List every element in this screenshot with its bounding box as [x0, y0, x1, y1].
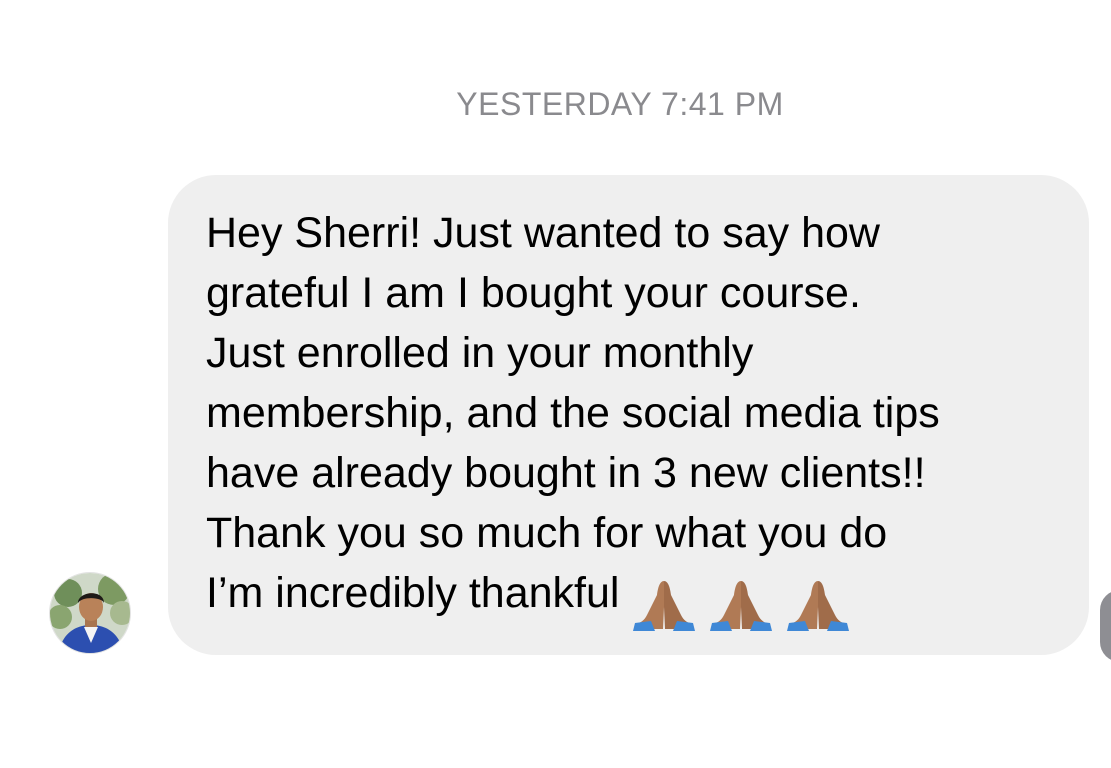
folded-hands-icon: [633, 581, 696, 631]
message-line: I’m incredibly thankful: [206, 569, 620, 617]
chat-screen: YESTERDAY 7:41 PM Hey Sherri! Just wante…: [0, 0, 1111, 768]
message-timestamp: YESTERDAY 7:41 PM: [456, 86, 784, 122]
folded-hands-icon: [710, 581, 773, 631]
message-bubble[interactable]: Hey Sherri! Just wanted to say how grate…: [168, 175, 1089, 655]
partial-scroll-button[interactable]: [1100, 590, 1111, 662]
message-line: Thank you so much for what you do: [206, 509, 888, 557]
message-line: Just enrolled in your monthly: [206, 329, 754, 377]
avatar-photo-icon: [50, 573, 130, 653]
message-line: have already bought in 3 new clients!!: [206, 449, 926, 497]
folded-hands-icon: [787, 581, 850, 631]
message-text: Hey Sherri! Just wanted to say how grate…: [206, 203, 1059, 631]
message-last-line: I’m incredibly thankful: [206, 563, 1059, 631]
message-line: Hey Sherri! Just wanted to say how: [206, 209, 880, 257]
message-line: grateful I am I bought your course.: [206, 269, 861, 317]
message-line: membership, and the social media tips: [206, 389, 940, 437]
sender-avatar[interactable]: [49, 572, 131, 654]
emoji-group: [633, 571, 852, 631]
